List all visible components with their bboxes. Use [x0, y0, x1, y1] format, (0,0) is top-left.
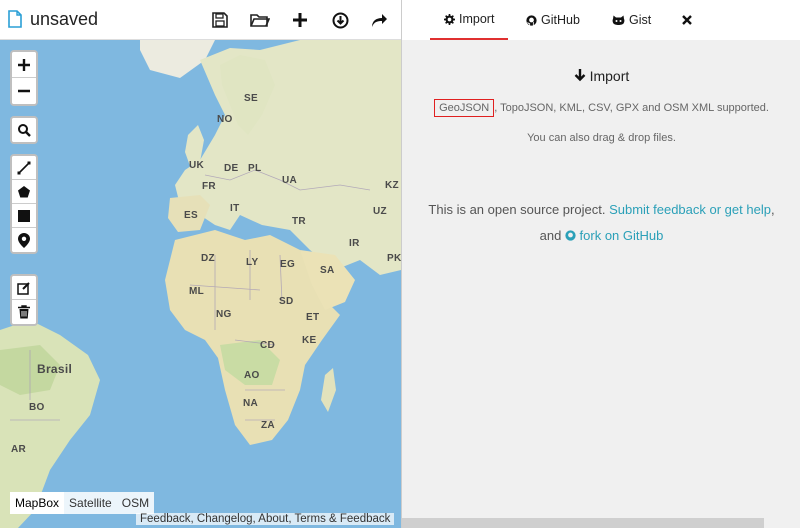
- geojson-label: GeoJSON: [434, 99, 495, 117]
- map-label: ZA: [261, 420, 275, 431]
- fork-link[interactable]: fork on GitHub: [565, 228, 663, 243]
- open-source-text: This is an open source project.: [428, 202, 610, 217]
- edit-layers-button[interactable]: [12, 276, 36, 300]
- draw-polygon-button[interactable]: [12, 180, 36, 204]
- tab-github[interactable]: GitHub: [526, 0, 580, 40]
- square-icon: [18, 209, 30, 222]
- map-label: IT: [230, 203, 240, 214]
- map-label: AR: [11, 444, 27, 455]
- map-label: EG: [280, 259, 296, 270]
- delete-layers-button[interactable]: [12, 300, 36, 324]
- gear-icon: [444, 13, 455, 25]
- open-folder-icon[interactable]: [249, 9, 271, 31]
- tab-github-label: GitHub: [541, 13, 580, 27]
- map-label: SE: [244, 93, 258, 104]
- map-label: UZ: [373, 206, 387, 217]
- layer-satellite[interactable]: Satellite: [64, 492, 117, 514]
- minus-icon: [18, 89, 30, 93]
- map-label: AO: [244, 370, 260, 381]
- layer-osm[interactable]: OSM: [116, 492, 155, 514]
- arrow-down-icon: [574, 69, 586, 82]
- draw-line-button[interactable]: [12, 156, 36, 180]
- share-icon[interactable]: [368, 9, 390, 31]
- trash-icon: [18, 305, 30, 319]
- layer-switcher: MapBox Satellite OSM: [10, 492, 155, 514]
- import-heading-label: Import: [589, 68, 630, 84]
- draw-marker-button[interactable]: [12, 228, 36, 252]
- map-label: FR: [202, 181, 216, 192]
- panel-tabs: Import GitHub Gist: [402, 0, 800, 40]
- github-icon: [526, 14, 537, 26]
- map-label: NO: [217, 114, 233, 125]
- plus-icon[interactable]: [289, 9, 311, 31]
- map-label: NA: [243, 398, 259, 409]
- horizontal-scrollbar[interactable]: [402, 518, 764, 528]
- map-label: KZ: [385, 180, 399, 191]
- feedback-link[interactable]: Submit feedback or get help: [609, 202, 771, 217]
- search-button[interactable]: [12, 118, 36, 142]
- world-map[interactable]: SE NO UK DE PL FR UA KZ ES IT UZ TR IR D…: [0, 40, 401, 528]
- zoom-control: [10, 50, 38, 106]
- drag-drop-hint: You can also drag & drop files.: [527, 132, 676, 144]
- close-icon: [682, 15, 692, 25]
- comma-text: ,: [770, 202, 775, 217]
- search-control: [10, 116, 38, 144]
- map-label: UK: [189, 160, 205, 171]
- zoom-in-button[interactable]: [12, 52, 36, 78]
- map-label: IR: [349, 238, 360, 249]
- tab-gist[interactable]: Gist: [612, 0, 651, 40]
- search-icon: [17, 123, 31, 137]
- map-label: UA: [282, 175, 298, 186]
- map-label: KE: [302, 335, 317, 346]
- gist-octocat-icon: [612, 15, 625, 25]
- open-source-note: This is an open source project. Submit f…: [402, 197, 800, 249]
- map-label: PK: [387, 253, 401, 264]
- map-label: ES: [184, 210, 198, 221]
- map-label: NG: [216, 309, 232, 320]
- fork-link-label: fork on GitHub: [579, 228, 664, 243]
- edit-icon: [17, 281, 30, 295]
- map-attribution[interactable]: Feedback, Changelog, About, Terms & Feed…: [136, 513, 395, 525]
- layer-mapbox[interactable]: MapBox: [10, 492, 65, 514]
- map-label: SA: [320, 265, 335, 276]
- import-heading[interactable]: Import: [402, 68, 800, 84]
- map-label: DZ: [201, 253, 215, 264]
- plus-icon: [18, 58, 30, 71]
- map-label: ML: [189, 286, 205, 297]
- map-label: BO: [29, 402, 45, 413]
- download-icon[interactable]: [329, 9, 351, 31]
- map-label: DE: [224, 163, 239, 174]
- draw-rectangle-button[interactable]: [12, 204, 36, 228]
- github-icon: [565, 230, 576, 241]
- map-label: PL: [248, 163, 262, 174]
- supported-formats: GeoJSON, TopoJSON, KML, CSV, GPX and OSM…: [402, 99, 800, 117]
- file-name[interactable]: unsaved: [30, 9, 98, 30]
- tab-gist-label: Gist: [629, 13, 652, 27]
- marker-icon: [18, 232, 30, 248]
- tab-import[interactable]: Import: [430, 0, 509, 40]
- save-icon[interactable]: [209, 9, 231, 31]
- line-icon: [17, 161, 31, 174]
- map-label: Brasil: [37, 362, 73, 376]
- close-panel-button[interactable]: [682, 0, 692, 40]
- file-icon: [8, 10, 22, 28]
- file-toolbar: unsaved: [0, 0, 401, 40]
- map-label: ET: [306, 312, 320, 323]
- map-label: LY: [246, 257, 259, 268]
- polygon-icon: [18, 185, 30, 197]
- tab-import-label: Import: [459, 12, 495, 26]
- map-tiles: [0, 40, 401, 528]
- map-label: TR: [292, 216, 306, 227]
- map-label: SD: [279, 296, 294, 307]
- supported-formats-text: , TopoJSON, KML, CSV, GPX and OSM XML su…: [494, 102, 769, 114]
- map-label: CD: [260, 340, 276, 351]
- zoom-out-button[interactable]: [12, 78, 36, 104]
- and-text: and: [539, 228, 565, 243]
- side-panel: Import GitHub Gist Import GeoJSON, TopoJ…: [401, 0, 800, 528]
- map-pane: unsaved SE NO UK DE PL FR UA KZ ES IT UZ…: [0, 0, 401, 528]
- draw-toolbar: [10, 154, 38, 254]
- edit-toolbar: [10, 274, 38, 326]
